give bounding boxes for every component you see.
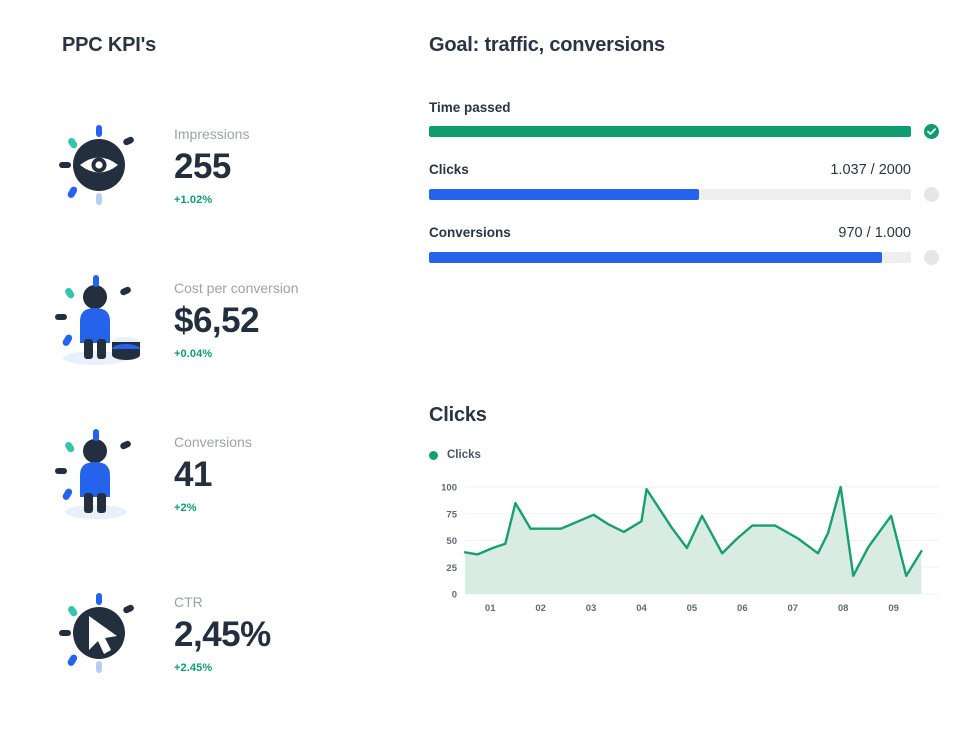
progress-item-time-passed[interactable]: Time passed xyxy=(429,100,954,139)
svg-text:50: 50 xyxy=(446,536,457,547)
kpi-value: $6,52 xyxy=(174,300,299,342)
progress-label: Clicks xyxy=(429,162,469,177)
eye-icon xyxy=(44,110,154,220)
progress-fill xyxy=(429,126,911,137)
progress-head: Clicks 1.037 / 2000 xyxy=(429,162,911,178)
kpi-item-impressions[interactable]: Impressions 255 +1.02% xyxy=(44,100,384,230)
person-icon xyxy=(44,418,154,528)
progress-track[interactable] xyxy=(429,126,911,137)
progress-pending-dot-icon xyxy=(924,187,939,202)
legend-color-dot-icon xyxy=(429,451,438,460)
svg-text:06: 06 xyxy=(737,603,748,614)
kpi-text-block: Impressions 255 +1.02% xyxy=(174,125,249,206)
progress-line xyxy=(429,187,954,202)
progress-head: Conversions 970 / 1.000 xyxy=(429,225,911,241)
progress-label: Time passed xyxy=(429,100,511,115)
ppc-kpi-panel: PPC KPI's Impressions 25 xyxy=(0,0,420,740)
svg-text:03: 03 xyxy=(586,603,597,614)
progress-track[interactable] xyxy=(429,189,911,200)
goal-panel-title: Goal: traffic, conversions xyxy=(429,34,665,57)
kpi-text-block: Cost per conversion $6,52 +0.04% xyxy=(174,279,299,360)
kpi-item-ctr[interactable]: CTR 2,45% +2.45% xyxy=(44,568,384,698)
cursor-icon xyxy=(44,578,154,688)
progress-line xyxy=(429,124,954,139)
kpi-delta: +2.45% xyxy=(174,662,271,674)
progress-stat: 1.037 / 2000 xyxy=(830,162,911,178)
kpi-value: 2,45% xyxy=(174,614,271,656)
kpi-text-block: Conversions 41 +2% xyxy=(174,433,252,514)
kpi-label: Conversions xyxy=(174,433,252,451)
svg-text:07: 07 xyxy=(787,603,798,614)
svg-text:05: 05 xyxy=(687,603,698,614)
progress-fill xyxy=(429,252,882,263)
kpi-text-block: CTR 2,45% +2.45% xyxy=(174,593,271,674)
progress-fill xyxy=(429,189,699,200)
svg-text:0: 0 xyxy=(452,590,457,601)
svg-text:01: 01 xyxy=(485,603,496,614)
progress-track[interactable] xyxy=(429,252,911,263)
progress-complete-check-icon xyxy=(924,124,939,139)
dashboard-page: PPC KPI's Impressions 25 xyxy=(0,0,980,740)
svg-text:25: 25 xyxy=(446,563,457,574)
kpi-value: 41 xyxy=(174,454,252,496)
progress-item-clicks[interactable]: Clicks 1.037 / 2000 xyxy=(429,162,954,202)
legend-label: Clicks xyxy=(447,449,481,461)
kpi-value: 255 xyxy=(174,146,249,188)
person-coins-icon xyxy=(44,264,154,374)
goal-panel: Goal: traffic, conversions Time passed xyxy=(420,0,980,740)
svg-text:09: 09 xyxy=(888,603,899,614)
svg-text:04: 04 xyxy=(636,603,647,614)
svg-text:75: 75 xyxy=(446,509,457,520)
progress-label: Conversions xyxy=(429,225,511,240)
kpi-item-cost-per-conversion[interactable]: Cost per conversion $6,52 +0.04% xyxy=(44,254,384,384)
kpi-delta: +1.02% xyxy=(174,194,249,206)
ppc-kpi-panel-title: PPC KPI's xyxy=(62,34,156,57)
progress-item-conversions[interactable]: Conversions 970 / 1.000 xyxy=(429,225,954,265)
chart-legend[interactable]: Clicks xyxy=(429,449,959,461)
chart-plot-area[interactable]: 0 25 50 75 100 01 02 03 04 05 06 07 08 09 xyxy=(429,479,945,624)
kpi-delta: +2% xyxy=(174,502,252,514)
svg-text:02: 02 xyxy=(535,603,546,614)
chart-title: Clicks xyxy=(429,404,959,427)
svg-text:08: 08 xyxy=(838,603,849,614)
progress-line xyxy=(429,250,954,265)
kpi-item-conversions[interactable]: Conversions 41 +2% xyxy=(44,408,384,538)
kpi-label: Impressions xyxy=(174,125,249,143)
clicks-chart-block: Clicks Clicks 0 25 50 75 100 01 02 03 04 05 06 07 08… xyxy=(429,404,959,624)
progress-head: Time passed xyxy=(429,100,911,115)
kpi-label: CTR xyxy=(174,593,271,611)
svg-text:100: 100 xyxy=(441,483,457,494)
kpi-delta: +0.04% xyxy=(174,348,299,360)
progress-pending-dot-icon xyxy=(924,250,939,265)
clicks-area-chart: 0 25 50 75 100 01 02 03 04 05 06 07 08 09 xyxy=(429,479,945,624)
progress-stat: 970 / 1.000 xyxy=(838,225,911,241)
kpi-label: Cost per conversion xyxy=(174,279,299,297)
goal-progress-list: Time passed Clicks xyxy=(429,100,954,288)
